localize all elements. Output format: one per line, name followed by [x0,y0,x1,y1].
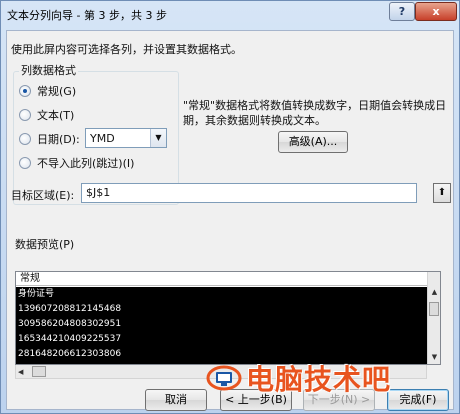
dialog-body: 使用此屏内容可选择各列，并设置其数据格式。 列数据格式 常规(G) 文本(T) … [6,30,454,411]
format-note: "常规"数据格式将数值转换成数字，日期值会转换成日期，其余数据则转换成文本。 [183,99,447,127]
radio-date[interactable]: 日期(D): [19,131,80,147]
preview-vertical-scrollbar[interactable]: ▲ ▼ [427,272,440,364]
column-format-legend: 列数据格式 [19,62,78,78]
watermark-logo-icon [206,364,246,392]
scroll-left-icon[interactable]: ◀ [18,365,23,379]
advanced-button[interactable]: 高级(A)... [278,131,348,153]
radio-date-label: 日期(D): [37,133,80,146]
destination-label: 目标区域(E): [11,189,75,202]
radio-text[interactable]: 文本(T) [19,107,74,123]
radio-text-label: 文本(T) [37,109,75,122]
date-format-select[interactable]: YMD ▼ [85,128,167,148]
instruction-text: 使用此屏内容可选择各列，并设置其数据格式。 [11,43,242,56]
collapse-dialog-icon[interactable]: ⬆ [433,183,451,203]
radio-text-indicator[interactable] [19,109,31,121]
watermark-text: 电脑技术吧 [246,363,392,396]
data-preview[interactable]: 常规 身份证号 139607208812145468 3095862048083… [15,271,441,365]
dialog-window: 文本分列向导 - 第 3 步，共 3 步 ? x 使用此屏内容可选择各列，并设置… [0,0,460,414]
preview-row: 309586204808302951 [18,319,122,329]
radio-general[interactable]: 常规(G) [19,83,76,99]
preview-column-header[interactable]: 常规 [16,272,428,286]
vertical-scroll-thumb[interactable] [429,302,439,316]
close-button[interactable]: x [415,2,457,21]
preview-label: 数据预览(P) [15,238,75,251]
preview-row: 281648206612303806 [18,349,122,359]
radio-skip-label: 不导入此列(跳过)(I) [37,157,135,170]
radio-skip[interactable]: 不导入此列(跳过)(I) [19,155,134,171]
radio-general-label: 常规(G) [37,85,77,98]
help-button[interactable]: ? [389,2,415,21]
preview-row: 165344210409225537 [18,334,122,344]
date-format-value: YMD [90,132,115,145]
window-title: 文本分列向导 - 第 3 步，共 3 步 [7,9,167,22]
preview-row: 139607208812145468 [18,304,122,314]
chevron-down-icon[interactable]: ▼ [150,129,166,147]
scroll-down-icon[interactable]: ▼ [428,351,440,364]
preview-selected-column[interactable]: 身份证号 139607208812145468 3095862048083029… [16,287,428,364]
watermark: 电脑技术吧 [206,358,391,398]
scroll-up-icon[interactable]: ▲ [428,286,440,299]
radio-skip-indicator[interactable] [19,157,31,169]
finish-button[interactable]: 完成(F) [387,389,449,411]
destination-input[interactable]: $J$1 [81,183,417,203]
radio-general-indicator[interactable] [19,85,31,97]
cancel-button[interactable]: 取消 [145,389,207,411]
destination-value: $J$1 [86,186,111,199]
title-bar[interactable]: 文本分列向导 - 第 3 步，共 3 步 ? x [1,1,459,29]
preview-row: 身份证号 [18,289,55,299]
horizontal-scroll-thumb[interactable] [32,366,46,377]
radio-date-indicator[interactable] [19,133,31,145]
